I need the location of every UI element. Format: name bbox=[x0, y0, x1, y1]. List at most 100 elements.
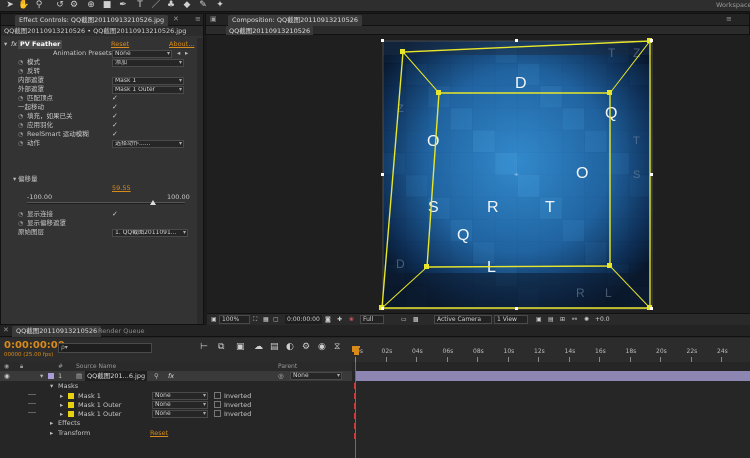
outer-mask-dropdown[interactable]: Mask 1 Outer bbox=[112, 85, 184, 94]
inner-mask-dropdown[interactable]: Mask 1 bbox=[112, 76, 184, 85]
draft-3d-icon[interactable]: ▣ bbox=[236, 342, 245, 353]
tab-timeline-comp[interactable]: QQ截图20110913210526 bbox=[12, 326, 102, 337]
show-snapshot-icon[interactable]: ✚ bbox=[337, 315, 342, 324]
panel-menu-icon[interactable]: ≡ bbox=[726, 15, 732, 23]
keyframe-marker[interactable] bbox=[354, 423, 356, 429]
layer-name[interactable]: QQ截图201...6.jpg bbox=[85, 371, 148, 381]
transform-reset-link[interactable]: Reset bbox=[150, 428, 168, 438]
fx-label[interactable]: fx bbox=[11, 40, 17, 49]
eye-icon[interactable]: ◉ bbox=[4, 371, 10, 381]
mask-color-swatch[interactable] bbox=[68, 402, 74, 408]
fx-switch[interactable]: fx bbox=[168, 371, 174, 381]
source-layer-dropdown[interactable]: 1. QQ截图2011091... bbox=[112, 228, 188, 237]
action-dropdown[interactable]: 选择动作...... bbox=[112, 139, 184, 148]
snapshot-icon[interactable]: ◙ bbox=[325, 315, 331, 324]
match-vertices-checkbox[interactable]: ✓ bbox=[112, 94, 118, 103]
always-preview-icon[interactable]: ▣ bbox=[211, 315, 217, 324]
transparency-grid-icon[interactable]: ▩ bbox=[413, 315, 419, 324]
offset-value[interactable]: 59.55 bbox=[112, 184, 131, 193]
frame-blending-icon[interactable]: ▤ bbox=[270, 342, 279, 353]
rotate-icon[interactable]: ↺ bbox=[54, 0, 66, 11]
close-icon[interactable]: ✕ bbox=[173, 15, 179, 23]
mask-visibility-icon[interactable]: ▢ bbox=[273, 315, 279, 324]
mask-mode-dropdown[interactable]: None bbox=[152, 410, 208, 418]
expand-triangle-icon[interactable]: ▾ bbox=[50, 381, 53, 391]
keyframe-marker[interactable] bbox=[354, 403, 356, 409]
parent-dropdown[interactable]: None bbox=[290, 372, 342, 380]
mask-color-swatch[interactable] bbox=[68, 393, 74, 399]
resolution-dropdown[interactable]: Full bbox=[360, 315, 385, 324]
stopwatch-icon[interactable]: ◔ bbox=[18, 67, 23, 76]
mask-lock-icon[interactable] bbox=[28, 412, 36, 413]
preset-next-icon[interactable]: ▸ bbox=[185, 49, 188, 58]
timeline-icon[interactable]: ⊞ bbox=[560, 315, 565, 324]
mode-dropdown[interactable]: 添加 bbox=[112, 58, 184, 67]
brainstorm-icon[interactable]: ⚙ bbox=[302, 342, 310, 353]
eraser-icon[interactable]: ◆ bbox=[181, 0, 193, 11]
mask-lock-icon[interactable] bbox=[28, 403, 36, 404]
inverted-checkbox[interactable] bbox=[214, 392, 221, 399]
stopwatch-icon[interactable]: ◔ bbox=[18, 219, 23, 228]
collapse-triangle-icon[interactable]: ▸ bbox=[50, 428, 53, 438]
inverted-checkbox[interactable] bbox=[214, 401, 221, 408]
lock-icon[interactable]: ▣ bbox=[210, 15, 217, 23]
stopwatch-icon[interactable]: ◔ bbox=[18, 94, 23, 103]
keyframe-marker[interactable] bbox=[354, 413, 356, 419]
fill-if-off-checkbox[interactable]: ✓ bbox=[112, 112, 118, 121]
tab-render-queue[interactable]: Render Queue bbox=[94, 326, 149, 337]
parent-column-header[interactable]: Parent bbox=[278, 362, 297, 371]
pan-behind-icon[interactable]: ⊕ bbox=[85, 0, 97, 11]
grid-toggle-icon[interactable]: ▦ bbox=[263, 315, 269, 324]
current-time-display[interactable]: 0:00:00:00 bbox=[4, 340, 65, 351]
expand-triangle-icon[interactable]: ▾ bbox=[4, 40, 7, 49]
shy-switch-icon[interactable]: ⚲ bbox=[154, 371, 159, 381]
expand-triangle-icon[interactable]: ▾ bbox=[40, 371, 43, 381]
transform-group-row[interactable]: ▸ Transform Reset bbox=[0, 428, 352, 438]
toggle-pixel-aspect-icon[interactable]: ▣ bbox=[536, 315, 542, 324]
stopwatch-icon[interactable]: ◔ bbox=[18, 210, 23, 219]
stopwatch-icon[interactable]: ◔ bbox=[18, 121, 23, 130]
apply-feather-checkbox[interactable]: ✓ bbox=[112, 121, 118, 130]
about-link[interactable]: About... bbox=[169, 40, 194, 49]
animation-presets-dropdown[interactable]: None bbox=[112, 49, 172, 58]
inverted-checkbox[interactable] bbox=[214, 410, 221, 417]
parent-pickwhip-icon[interactable]: ◎ bbox=[278, 371, 284, 381]
mask-color-swatch[interactable] bbox=[68, 411, 74, 417]
layer-row[interactable]: ◉ ▾ 1 ▤ QQ截图201...6.jpg ⚲ fx ◎ None bbox=[0, 371, 352, 381]
pen-icon[interactable]: ✒ bbox=[117, 0, 129, 11]
fit-icon[interactable]: ⛶ bbox=[253, 315, 257, 324]
effect-panel-scrollbar[interactable] bbox=[197, 38, 203, 324]
puppet-pin-icon[interactable]: ✦ bbox=[214, 0, 226, 11]
composition-viewer[interactable]: DQOOSRTQLTZZTSDRL ⌖ bbox=[207, 35, 750, 313]
zoom-icon[interactable]: ⚲ bbox=[33, 0, 45, 11]
clone-stamp-icon[interactable]: ♣ bbox=[165, 0, 177, 11]
view-layout-dropdown[interactable]: 1 View bbox=[494, 315, 528, 324]
preset-prev-icon[interactable]: ◂ bbox=[177, 49, 180, 58]
mask-mode-dropdown[interactable]: None bbox=[152, 401, 208, 409]
keyframe-marker[interactable] bbox=[354, 433, 356, 439]
region-of-interest-icon[interactable]: ▭ bbox=[401, 315, 407, 324]
hand-icon[interactable]: ✋ bbox=[18, 0, 30, 11]
live-update-icon[interactable]: ⧉ bbox=[218, 342, 224, 353]
stopwatch-icon[interactable]: ◔ bbox=[18, 112, 23, 121]
reset-exposure-icon[interactable]: ✺ bbox=[584, 315, 589, 324]
show-links-checkbox[interactable]: ✓ bbox=[112, 210, 118, 219]
close-icon[interactable]: ✕ bbox=[3, 326, 9, 334]
reelsmart-motion-blur-checkbox[interactable]: ✓ bbox=[112, 130, 118, 139]
exposure-value[interactable]: +0.0 bbox=[595, 315, 610, 324]
workspace-label[interactable]: Workspace bbox=[716, 1, 750, 9]
channel-icon[interactable]: ❀ bbox=[349, 315, 354, 324]
effect-name[interactable]: PV Feather bbox=[18, 40, 63, 49]
expand-triangle-icon[interactable]: ▾ bbox=[13, 175, 16, 184]
timecode-readout[interactable]: 0:00:00:00 bbox=[285, 315, 322, 324]
offset-slider-track[interactable] bbox=[27, 200, 185, 205]
graph-editor-icon[interactable]: ◉ bbox=[318, 342, 326, 353]
timeline-search-input[interactable]: ρ▾ bbox=[58, 343, 152, 353]
keyframe-marker[interactable] bbox=[354, 393, 356, 399]
comp-flowchart-icon[interactable]: ⚯ bbox=[572, 315, 577, 324]
tab-composition[interactable]: Composition: QQ截图20110913210526 bbox=[228, 15, 362, 26]
layer-duration-bar[interactable] bbox=[355, 371, 750, 381]
stopwatch-icon[interactable]: ◔ bbox=[18, 130, 23, 139]
offset-slider-thumb[interactable] bbox=[150, 200, 157, 205]
tab-effect-controls[interactable]: Effect Controls: QQ截图20110913210526.jpg bbox=[15, 15, 169, 26]
